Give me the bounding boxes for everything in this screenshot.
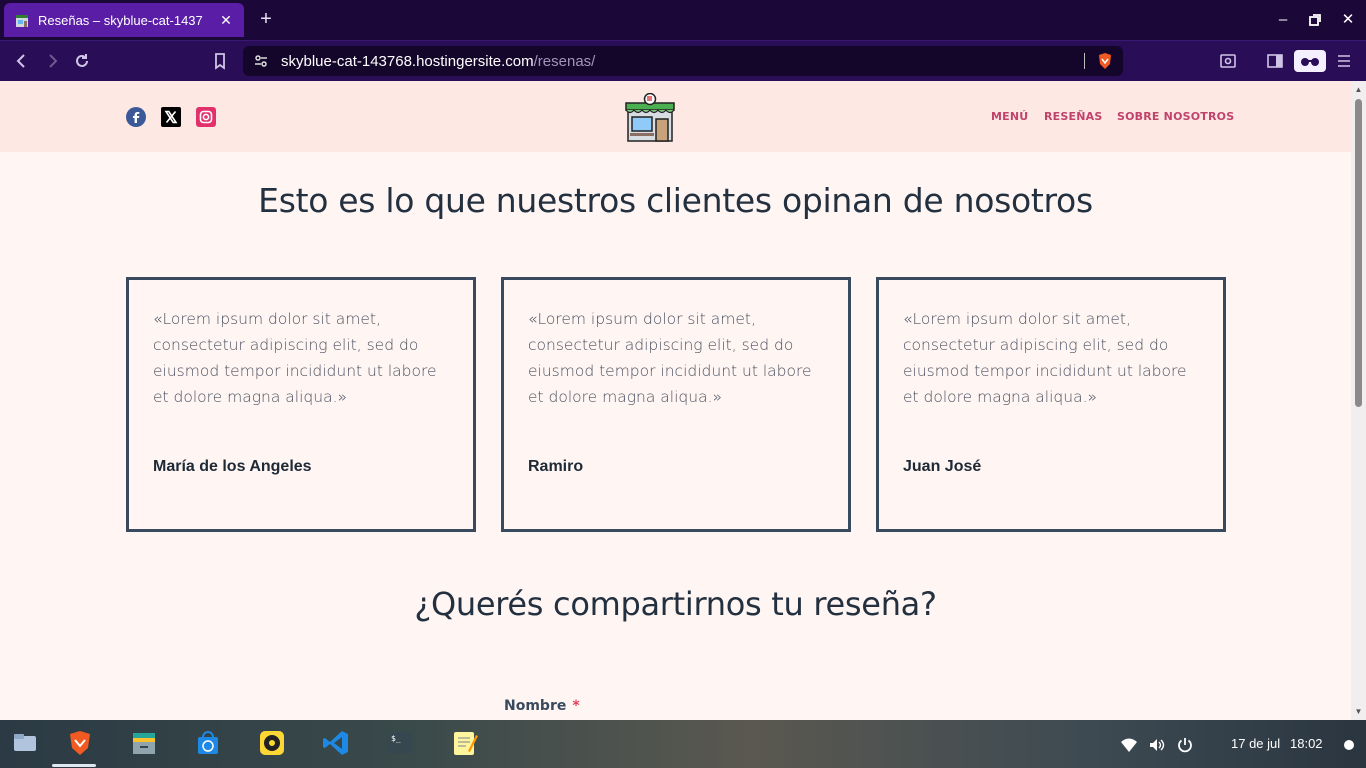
instagram-icon[interactable] (196, 107, 216, 127)
music-icon[interactable] (257, 728, 287, 758)
bookmark-icon[interactable] (208, 50, 232, 72)
url-separator (1084, 53, 1085, 69)
nav-menu-link[interactable]: MENÚ (991, 110, 1028, 123)
name-label-text: Nombre (504, 698, 567, 714)
os-taskbar: $_ 17 de jul 18:02 (0, 720, 1366, 768)
required-mark: * (572, 698, 580, 714)
nav-about-link[interactable]: SOBRE NOSOTROS (1117, 110, 1234, 123)
scroll-down-icon[interactable]: ▼ (1354, 707, 1363, 716)
minimize-window-icon[interactable]: – (1273, 10, 1293, 30)
page-title: Esto es lo que nuestros clientes opinan … (258, 181, 1093, 220)
review-form-heading: ¿Querés compartirnos tu reseña? (414, 585, 937, 623)
reader-mode-icon[interactable] (1294, 50, 1326, 72)
name-field-label: Nombre * (504, 698, 580, 714)
screenshot-icon[interactable] (1216, 50, 1240, 72)
browser-tab-active[interactable]: Reseñas – skyblue-cat-1437 ✕ (4, 3, 244, 37)
archive-icon[interactable] (129, 728, 159, 758)
active-app-indicator (52, 764, 96, 767)
tab-title: Reseñas – skyblue-cat-1437 (38, 12, 203, 28)
web-page: MENÚ RESEÑAS SOBRE NOSOTROS Esto es lo q… (0, 81, 1351, 720)
testimonial-card: «Lorem ipsum dolor sit amet, consectetur… (876, 277, 1226, 532)
shop-logo[interactable] (624, 92, 676, 143)
terminal-icon[interactable]: $_ (385, 728, 415, 758)
wifi-icon[interactable] (1120, 736, 1138, 754)
files-icon[interactable] (10, 728, 40, 758)
testimonial-quote: «Lorem ipsum dolor sit amet, consectetur… (153, 310, 437, 406)
site-header: MENÚ RESEÑAS SOBRE NOSOTROS (0, 81, 1351, 152)
brave-shields-icon[interactable] (1097, 52, 1113, 70)
scroll-up-icon[interactable]: ▲ (1354, 85, 1363, 94)
vscode-icon[interactable] (321, 728, 351, 758)
site-settings-icon[interactable] (253, 53, 269, 69)
tab-close-icon[interactable]: ✕ (218, 12, 234, 28)
address-bar[interactable]: skyblue-cat-143768.hostingersite.com/res… (243, 46, 1123, 76)
facebook-icon[interactable] (126, 107, 146, 127)
forward-icon[interactable] (40, 50, 64, 72)
browser-tab-bar: Reseñas – skyblue-cat-1437 ✕ + – ✕ (0, 0, 1366, 40)
url-path: /resenas/ (533, 52, 596, 70)
brave-icon[interactable] (65, 728, 95, 758)
testimonial-author: María de los Angeles (153, 458, 312, 475)
close-window-icon[interactable]: ✕ (1338, 10, 1358, 30)
notification-indicator[interactable] (1344, 740, 1354, 750)
testimonial-card: «Lorem ipsum dolor sit amet, consectetur… (126, 277, 476, 532)
testimonial-author: Ramiro (528, 458, 584, 475)
testimonial-quote: «Lorem ipsum dolor sit amet, consectetur… (528, 310, 812, 406)
browser-toolbar: skyblue-cat-143768.hostingersite.com/res… (0, 40, 1366, 81)
back-icon[interactable] (10, 50, 34, 72)
notes-icon[interactable] (450, 728, 480, 758)
shop-favicon-icon (14, 12, 30, 28)
store-icon[interactable] (193, 728, 223, 758)
nav-reviews-link[interactable]: RESEÑAS (1044, 110, 1102, 123)
new-tab-button[interactable]: + (256, 9, 276, 29)
testimonial-author: Juan José (903, 458, 982, 475)
clock-time[interactable]: 18:02 (1290, 736, 1323, 751)
testimonial-quote: «Lorem ipsum dolor sit amet, consectetur… (903, 310, 1187, 406)
menu-icon[interactable] (1332, 50, 1356, 72)
scrollbar-thumb[interactable] (1355, 99, 1362, 407)
url-host: skyblue-cat-143768.hostingersite.com (281, 52, 534, 70)
maximize-window-icon[interactable] (1305, 10, 1325, 30)
reload-icon[interactable] (70, 50, 94, 72)
volume-icon[interactable] (1148, 736, 1166, 754)
clock-date[interactable]: 17 de jul (1231, 736, 1280, 751)
x-twitter-icon[interactable] (161, 107, 181, 127)
testimonial-card: «Lorem ipsum dolor sit amet, consectetur… (501, 277, 851, 532)
page-scrollbar[interactable]: ▲ ▼ (1351, 81, 1366, 720)
svg-text:$_: $_ (391, 734, 401, 743)
power-icon[interactable] (1176, 736, 1194, 754)
sidebar-toggle-icon[interactable] (1263, 50, 1287, 72)
